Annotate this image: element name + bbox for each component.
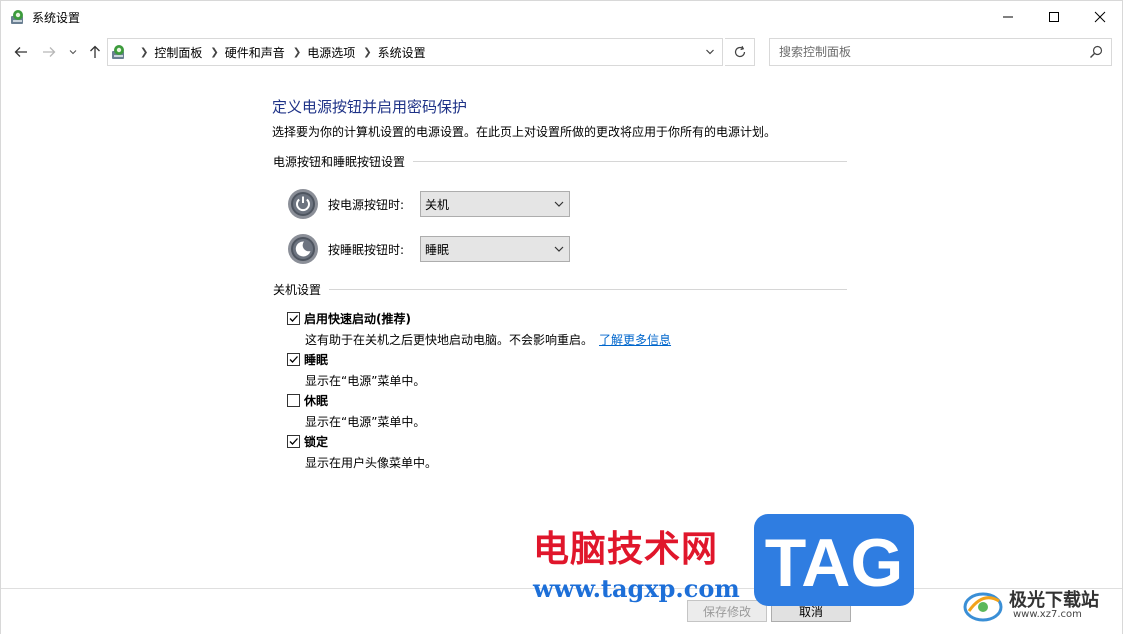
- section-divider: [329, 289, 847, 290]
- tag-logo-text: TAG: [765, 525, 904, 601]
- control-panel-icon: [11, 10, 23, 24]
- aurora-logo-icon: [963, 592, 1003, 622]
- search-box: [769, 38, 1112, 66]
- arrow-right-icon: [43, 47, 56, 57]
- minimize-button[interactable]: [985, 1, 1031, 32]
- window-title: 系统设置: [32, 11, 81, 25]
- forward-button[interactable]: [37, 40, 61, 64]
- control-panel-window: 系统设置 ❯ 控制面板 ❯ 硬件和声音 ❯ 电源选项 ❯ 系统设置 搜索控制面板…: [0, 0, 1123, 634]
- breadcrumb: ❯ 控制面板 ❯ 硬件和声音 ❯ 电源选项 ❯ 系统设置: [132, 39, 426, 65]
- power-button-action-select[interactable]: 关机: [420, 191, 570, 217]
- sleep-label[interactable]: 睡眠: [304, 351, 328, 368]
- sleep-button-action-value: 睡眠: [425, 242, 450, 257]
- control-panel-icon: [112, 45, 124, 59]
- fast-startup-option: 启用快速启动(推荐) 这有助于在关机之后更快地启动电脑。不会影响重启。 了解更多信…: [287, 310, 671, 348]
- close-button[interactable]: [1077, 1, 1123, 32]
- navigation-bar: ❯ 控制面板 ❯ 硬件和声音 ❯ 电源选项 ❯ 系统设置: [1, 32, 1122, 72]
- breadcrumb-item-control-panel[interactable]: 控制面板: [154, 44, 202, 61]
- refresh-button[interactable]: [725, 38, 755, 66]
- back-button[interactable]: [9, 40, 33, 64]
- power-section-title: 电源按钮和睡眠按钮设置: [273, 155, 406, 169]
- sleep-button-label: 按睡眠按钮时:: [328, 242, 405, 257]
- sleep-button-row: 按睡眠按钮时: 睡眠: [287, 233, 570, 265]
- search-icon[interactable]: [1089, 45, 1103, 59]
- lock-description: 显示在用户头像菜单中。: [305, 456, 438, 470]
- address-bar[interactable]: ❯ 控制面板 ❯ 硬件和声音 ❯ 电源选项 ❯ 系统设置: [107, 38, 723, 66]
- main-content: 定义电源按钮并启用密码保护 选择要为你的计算机设置的电源设置。在此页上对设置所做…: [1, 72, 1122, 588]
- hibernate-option: 休眠 显示在“电源”菜单中。: [287, 392, 425, 430]
- sleep-button-icon: [288, 234, 318, 264]
- breadcrumb-item-hardware-sound[interactable]: 硬件和声音: [225, 44, 285, 61]
- hibernate-description: 显示在“电源”菜单中。: [305, 415, 426, 429]
- chevron-down-icon: [69, 50, 77, 55]
- sleep-button-action-select[interactable]: 睡眠: [420, 236, 570, 262]
- tag-logo: TAG: [754, 514, 914, 606]
- learn-more-link[interactable]: 了解更多信息: [599, 333, 671, 347]
- sleep-option: 睡眠 显示在“电源”菜单中。: [287, 351, 425, 389]
- lock-option: 锁定 显示在用户头像菜单中。: [287, 433, 437, 471]
- checkmark-icon: [289, 315, 298, 322]
- sleep-checkbox[interactable]: [287, 353, 300, 366]
- power-button-icon: [288, 189, 318, 219]
- chevron-right-icon[interactable]: ❯: [210, 47, 218, 58]
- recent-locations-button[interactable]: [65, 40, 81, 64]
- chevron-right-icon[interactable]: ❯: [293, 47, 301, 58]
- title-bar: 系统设置: [1, 1, 1122, 32]
- watermark-url: www.tagxp.com: [533, 574, 740, 603]
- lock-label[interactable]: 锁定: [304, 433, 328, 450]
- arrow-up-icon: [90, 45, 100, 58]
- hibernate-label[interactable]: 休眠: [304, 392, 328, 409]
- section-divider: [413, 161, 847, 162]
- chevron-down-icon: [554, 201, 564, 207]
- up-button[interactable]: [85, 40, 105, 64]
- breadcrumb-item-system-settings[interactable]: 系统设置: [378, 44, 426, 61]
- power-button-row: 按电源按钮时: 关机: [287, 188, 570, 220]
- chevron-right-icon[interactable]: ❯: [363, 47, 371, 58]
- minimize-icon: [1003, 16, 1013, 17]
- watermark-site-name: 电脑技术网: [533, 528, 719, 570]
- page-title: 定义电源按钮并启用密码保护: [272, 98, 468, 116]
- refresh-icon: [734, 45, 745, 58]
- address-history-dropdown[interactable]: [702, 44, 718, 60]
- breadcrumb-item-power-options[interactable]: 电源选项: [307, 44, 355, 61]
- shutdown-section-header: 关机设置: [273, 281, 847, 298]
- checkmark-icon: [289, 438, 298, 445]
- power-button-action-value: 关机: [425, 197, 450, 212]
- fast-startup-description-text: 这有助于在关机之后更快地启动电脑。不会影响重启。: [305, 333, 594, 347]
- power-section-header: 电源按钮和睡眠按钮设置: [273, 153, 847, 170]
- fast-startup-description: 这有助于在关机之后更快地启动电脑。不会影响重启。 了解更多信息: [305, 331, 671, 348]
- sleep-description: 显示在“电源”菜单中。: [305, 374, 426, 388]
- hibernate-checkbox[interactable]: [287, 394, 300, 407]
- page-description: 选择要为你的计算机设置的电源设置。在此页上对设置所做的更改将应用于你所有的电源计…: [272, 125, 777, 139]
- fast-startup-label[interactable]: 启用快速启动(推荐): [304, 310, 411, 327]
- maximize-button[interactable]: [1031, 1, 1077, 32]
- fast-startup-checkbox[interactable]: [287, 312, 300, 325]
- chevron-down-icon: [706, 49, 714, 55]
- close-icon: [1094, 11, 1106, 22]
- checkmark-icon: [289, 356, 298, 363]
- shutdown-section-title: 关机设置: [273, 283, 322, 297]
- power-button-label: 按电源按钮时:: [328, 197, 405, 212]
- arrow-left-icon: [14, 47, 27, 57]
- lock-checkbox[interactable]: [287, 435, 300, 448]
- chevron-right-icon: ❯: [140, 46, 149, 58]
- maximize-icon: [1049, 11, 1059, 22]
- watermark-logo-url: www.xz7.com: [1013, 609, 1082, 620]
- search-input[interactable]: [771, 40, 1076, 64]
- chevron-down-icon: [554, 246, 564, 252]
